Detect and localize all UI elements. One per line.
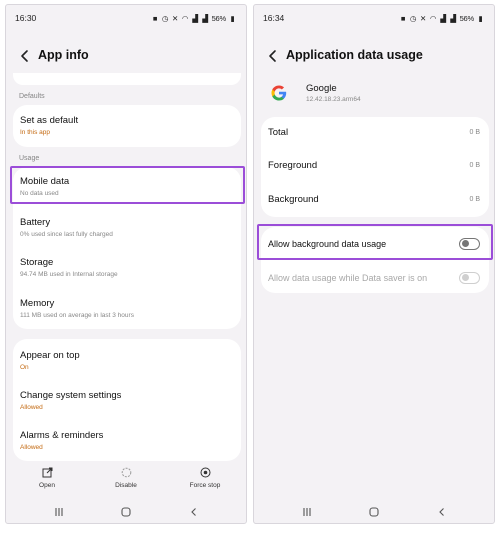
app-name: Google bbox=[306, 83, 337, 94]
foreground-value: 0 B bbox=[469, 162, 480, 169]
section-label-defaults: Defaults bbox=[19, 93, 45, 100]
allow-background-data-row[interactable]: Allow background data usage bbox=[261, 231, 489, 257]
foreground-usage-row: Foreground 0 B bbox=[261, 150, 489, 183]
header: App info bbox=[6, 39, 246, 75]
signal-icon-2: ▟ bbox=[450, 13, 456, 23]
back-arrow-icon[interactable] bbox=[265, 48, 281, 64]
status-icons: ■ ◷ ✕ ◠ ▟ ▟ 56% ▮ bbox=[152, 14, 236, 23]
disable-button[interactable]: Disable bbox=[96, 467, 156, 489]
appear-on-top-item[interactable]: Appear on top On bbox=[13, 350, 241, 371]
back-nav-icon[interactable] bbox=[188, 506, 200, 518]
recent-apps-icon[interactable] bbox=[53, 506, 65, 518]
status-bar: 16:34 ■ ◷ ✕ ◠ ▟ ▟ 56% ▮ bbox=[254, 5, 494, 31]
set-as-default-title: Set as default bbox=[20, 115, 79, 126]
recent-apps-icon[interactable] bbox=[301, 506, 313, 518]
back-arrow-icon[interactable] bbox=[17, 48, 33, 64]
background-usage-row: Background 0 B bbox=[261, 184, 489, 217]
disable-label: Disable bbox=[115, 482, 137, 489]
battery-level: 56% bbox=[459, 13, 475, 23]
status-time: 16:30 bbox=[15, 13, 37, 23]
home-icon[interactable] bbox=[120, 506, 132, 518]
signal-icon-2: ▟ bbox=[202, 13, 208, 23]
header: Application data usage bbox=[254, 39, 494, 75]
bottom-actions: Open Disable Force stop bbox=[6, 467, 246, 499]
usage-card: Mobile data No data used Battery 0% used… bbox=[13, 167, 241, 329]
allow-data-saver-toggle bbox=[459, 272, 480, 284]
force-stop-button[interactable]: Force stop bbox=[175, 467, 235, 489]
signal-icon: ▟ bbox=[440, 13, 446, 23]
open-icon bbox=[42, 467, 52, 478]
permissions-card: Appear on top On Change system settings … bbox=[13, 339, 241, 461]
status-bar: 16:30 ■ ◷ ✕ ◠ ▟ ▟ 56% ▮ bbox=[6, 5, 246, 31]
force-stop-icon bbox=[200, 467, 210, 478]
signal-icon: ▟ bbox=[192, 13, 198, 23]
wifi-icon: ◠ bbox=[429, 13, 437, 23]
battery-sub: 0% used since last fully charged bbox=[20, 231, 113, 238]
battery-icon: ▮ bbox=[478, 13, 483, 23]
foreground-label: Foreground bbox=[268, 160, 318, 171]
storage-sub: 94.74 MB used in Internal storage bbox=[20, 271, 118, 278]
battery-title: Battery bbox=[20, 217, 51, 228]
battery-level: 56% bbox=[211, 13, 227, 23]
memory-sub: 111 MB used on average in last 3 hours bbox=[20, 312, 134, 319]
background-value: 0 B bbox=[469, 196, 480, 203]
navigation-bar bbox=[254, 506, 494, 522]
mute-icon: ✕ bbox=[420, 13, 427, 23]
mobile-data-sub: No data used bbox=[20, 190, 59, 197]
open-button[interactable]: Open bbox=[17, 467, 77, 489]
notification-icon: ■ bbox=[400, 13, 406, 23]
background-label: Background bbox=[268, 194, 319, 205]
change-system-settings-title: Change system settings bbox=[20, 390, 122, 401]
notification-icon: ■ bbox=[152, 13, 158, 23]
back-nav-icon[interactable] bbox=[436, 506, 448, 518]
memory-title: Memory bbox=[20, 298, 55, 309]
section-label-usage: Usage bbox=[19, 155, 40, 162]
mobile-data-item[interactable]: Mobile data No data used bbox=[13, 176, 241, 197]
alarms-reminders-sub: Allowed bbox=[20, 444, 43, 451]
change-system-settings-sub: Allowed bbox=[20, 404, 43, 411]
total-label: Total bbox=[268, 127, 289, 138]
defaults-card: Set as default In this app bbox=[13, 105, 241, 147]
app-version: 12.42.18.23.arm64 bbox=[306, 96, 361, 103]
memory-item[interactable]: Memory 111 MB used on average in last 3 … bbox=[13, 298, 241, 319]
application-data-usage-screen: 16:34 ■ ◷ ✕ ◠ ▟ ▟ 56% ▮ Application data… bbox=[253, 4, 495, 524]
alarm-icon: ◷ bbox=[161, 13, 169, 23]
allow-data-saver-label: Allow data usage while Data saver is on bbox=[268, 273, 428, 283]
app-info-screen: 16:30 ■ ◷ ✕ ◠ ▟ ▟ 56% ▮ App info Default… bbox=[5, 4, 247, 524]
appear-on-top-sub: On bbox=[20, 364, 29, 371]
disable-icon bbox=[121, 467, 131, 478]
battery-icon: ▮ bbox=[230, 13, 235, 23]
status-icons: ■ ◷ ✕ ◠ ▟ ▟ 56% ▮ bbox=[400, 14, 484, 23]
alarms-reminders-title: Alarms & reminders bbox=[20, 430, 104, 441]
mobile-data-title: Mobile data bbox=[20, 176, 70, 187]
total-value: 0 B bbox=[469, 129, 480, 136]
set-as-default-item[interactable]: Set as default In this app bbox=[13, 115, 241, 136]
page-title: App info bbox=[38, 48, 89, 62]
allow-data-saver-row: Allow data usage while Data saver is on bbox=[261, 265, 489, 291]
google-logo-icon bbox=[271, 85, 287, 101]
change-system-settings-item[interactable]: Change system settings Allowed bbox=[13, 390, 241, 411]
battery-item[interactable]: Battery 0% used since last fully charged bbox=[13, 217, 241, 238]
alarms-reminders-item[interactable]: Alarms & reminders Allowed bbox=[13, 430, 241, 451]
previous-card bbox=[13, 73, 241, 85]
open-label: Open bbox=[39, 482, 55, 489]
set-as-default-sub: In this app bbox=[20, 129, 50, 136]
appear-on-top-title: Appear on top bbox=[20, 350, 80, 361]
wifi-icon: ◠ bbox=[181, 13, 189, 23]
home-icon[interactable] bbox=[368, 506, 380, 518]
mute-icon: ✕ bbox=[172, 13, 179, 23]
allow-background-data-toggle[interactable] bbox=[459, 238, 480, 250]
storage-title: Storage bbox=[20, 257, 54, 268]
page-title: Application data usage bbox=[286, 48, 423, 62]
navigation-bar bbox=[6, 506, 246, 522]
data-usage-card: Total 0 B Foreground 0 B Background 0 B bbox=[261, 117, 489, 217]
allow-background-data-label: Allow background data usage bbox=[268, 239, 387, 249]
app-header: Google 12.42.18.23.arm64 bbox=[254, 79, 494, 109]
storage-item[interactable]: Storage 94.74 MB used in Internal storag… bbox=[13, 257, 241, 278]
force-stop-label: Force stop bbox=[189, 482, 221, 489]
total-usage-row: Total 0 B bbox=[261, 117, 489, 150]
alarm-icon: ◷ bbox=[409, 13, 417, 23]
status-time: 16:34 bbox=[263, 13, 285, 23]
background-settings-card: Allow background data usage Allow data u… bbox=[261, 227, 489, 293]
